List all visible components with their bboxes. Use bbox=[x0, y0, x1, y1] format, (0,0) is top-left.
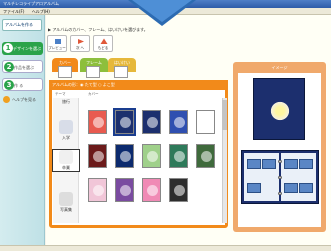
back-label: もどる bbox=[97, 46, 109, 50]
album-shape-selector[interactable]: アルバムの形：◉ たて型 ○ よこ型 bbox=[49, 80, 228, 90]
next-icon bbox=[78, 39, 84, 44]
cover-art bbox=[147, 185, 158, 196]
tab-frame-thumbnail bbox=[86, 66, 100, 78]
photo-slot bbox=[262, 159, 276, 169]
entrance-icon bbox=[59, 120, 73, 134]
app-title: マルチレコライプアロアルバム bbox=[3, 1, 59, 6]
cover-thumbnail[interactable] bbox=[115, 144, 134, 168]
cover-thumbnail[interactable] bbox=[88, 144, 107, 168]
cover-art bbox=[201, 117, 212, 128]
preview-button[interactable]: プレビュー bbox=[47, 35, 67, 52]
preview-icon bbox=[55, 39, 61, 44]
step-2-button[interactable]: 2 作品を選ぶ bbox=[2, 60, 43, 73]
cover-thumbnail[interactable] bbox=[113, 108, 136, 136]
theme-photobook-label: 写真集 bbox=[60, 207, 72, 212]
cover-thumbnail[interactable] bbox=[115, 178, 134, 202]
cover-thumbnail[interactable] bbox=[196, 144, 215, 168]
cover-art bbox=[93, 117, 104, 128]
menu-file[interactable]: ファイル(F) bbox=[3, 9, 24, 14]
binder-ring bbox=[278, 160, 282, 163]
theme-list: 旅行 入学 卒業 写真集 bbox=[52, 98, 80, 223]
down-arrow-highlight bbox=[132, 0, 192, 22]
instruction-text: ▶ アルバムのカバー、フレーム、はいけいを選びます。 bbox=[48, 27, 148, 32]
cover-art bbox=[201, 151, 212, 162]
photo-slot bbox=[284, 159, 298, 169]
cover-art bbox=[147, 151, 158, 162]
cover-thumbnail[interactable] bbox=[169, 178, 188, 202]
photo-slot bbox=[284, 183, 298, 193]
next-button[interactable]: 次 へ bbox=[70, 35, 90, 52]
toolbar: プレビュー 次 へ もどる bbox=[47, 35, 137, 53]
next-label: 次 へ bbox=[75, 46, 85, 50]
step-1-label: デザインを選ぶ bbox=[13, 46, 41, 51]
step-3-button[interactable]: 3 作 る bbox=[2, 78, 43, 91]
tab-cover-label: カバー bbox=[59, 60, 71, 65]
photo-slot bbox=[299, 183, 313, 193]
theme-item-graduation[interactable]: 卒業 bbox=[52, 149, 80, 172]
camera-icon bbox=[59, 192, 73, 206]
preview-label: プレビュー bbox=[48, 46, 66, 50]
menu-help[interactable]: ヘルプ(H) bbox=[32, 9, 50, 14]
back-icon bbox=[100, 38, 108, 44]
help-link[interactable]: ヘルプを見る bbox=[3, 96, 43, 104]
flower-illustration bbox=[266, 97, 294, 125]
cover-art bbox=[120, 151, 131, 162]
cover-thumbnail[interactable] bbox=[169, 110, 188, 134]
cover-thumbnail[interactable] bbox=[142, 144, 161, 168]
cover-thumbnail[interactable] bbox=[169, 144, 188, 168]
theme-travel-label: 旅行 bbox=[62, 99, 70, 104]
cover-thumbnail[interactable] bbox=[142, 110, 161, 134]
cover-art bbox=[120, 117, 131, 128]
tab-cover-thumbnail bbox=[58, 66, 72, 78]
binder-ring bbox=[278, 192, 282, 195]
cover-art bbox=[120, 185, 131, 196]
cover-thumbnail[interactable] bbox=[88, 110, 107, 134]
photo-slot bbox=[299, 159, 313, 169]
cover-art bbox=[174, 151, 185, 162]
theme-graduation-label: 卒業 bbox=[62, 165, 70, 170]
theme-column-header: テーマ bbox=[55, 92, 66, 96]
cover-art bbox=[174, 185, 185, 196]
cover-art bbox=[93, 185, 104, 196]
theme-item-entrance[interactable]: 入学 bbox=[53, 120, 79, 141]
help-icon bbox=[3, 96, 10, 103]
status-bar bbox=[0, 245, 331, 251]
step-2-number: 2 bbox=[4, 62, 14, 72]
step-2-label: 作品を選ぶ bbox=[14, 65, 34, 70]
photo-slot bbox=[247, 183, 261, 193]
cover-thumbnail[interactable] bbox=[88, 178, 107, 202]
back-button[interactable]: もどる bbox=[93, 35, 113, 52]
gallery-scroll-thumb[interactable] bbox=[222, 100, 227, 130]
help-label: ヘルプを見る bbox=[12, 97, 36, 102]
cover-thumbnail[interactable] bbox=[142, 178, 161, 202]
tab-frame-label: フレーム bbox=[86, 60, 102, 65]
tab-frame[interactable]: フレーム bbox=[80, 58, 108, 78]
tab-background[interactable]: はいけい bbox=[108, 58, 136, 78]
preview-title: イメージ bbox=[271, 65, 288, 70]
cover-art bbox=[147, 117, 158, 128]
binder-ring bbox=[278, 176, 282, 179]
theme-entrance-label: 入学 bbox=[62, 135, 70, 140]
album-right-page bbox=[281, 153, 316, 201]
theme-item-photobook[interactable]: 写真集 bbox=[53, 192, 79, 213]
cover-column-header: カバー bbox=[88, 92, 99, 96]
cover-thumbnail[interactable] bbox=[196, 110, 215, 134]
tab-cover[interactable]: カバー bbox=[52, 58, 78, 78]
create-album-button[interactable]: アルバムを作る bbox=[2, 19, 42, 31]
diploma-icon bbox=[59, 150, 73, 164]
photo-slot bbox=[247, 159, 261, 169]
tab-background-label: はいけい bbox=[114, 60, 130, 65]
preview-cover bbox=[253, 78, 305, 140]
cover-art bbox=[93, 151, 104, 162]
step-1-button[interactable]: 1 デザインを選ぶ bbox=[2, 42, 43, 55]
step-3-number: 3 bbox=[4, 80, 14, 90]
tab-background-thumbnail bbox=[114, 66, 128, 78]
cover-art bbox=[174, 117, 185, 128]
theme-item-travel[interactable]: 旅行 bbox=[53, 99, 79, 105]
step-3-label: 作 る bbox=[14, 83, 24, 88]
step-1-number: 1 bbox=[3, 43, 13, 53]
album-left-page bbox=[244, 153, 279, 201]
